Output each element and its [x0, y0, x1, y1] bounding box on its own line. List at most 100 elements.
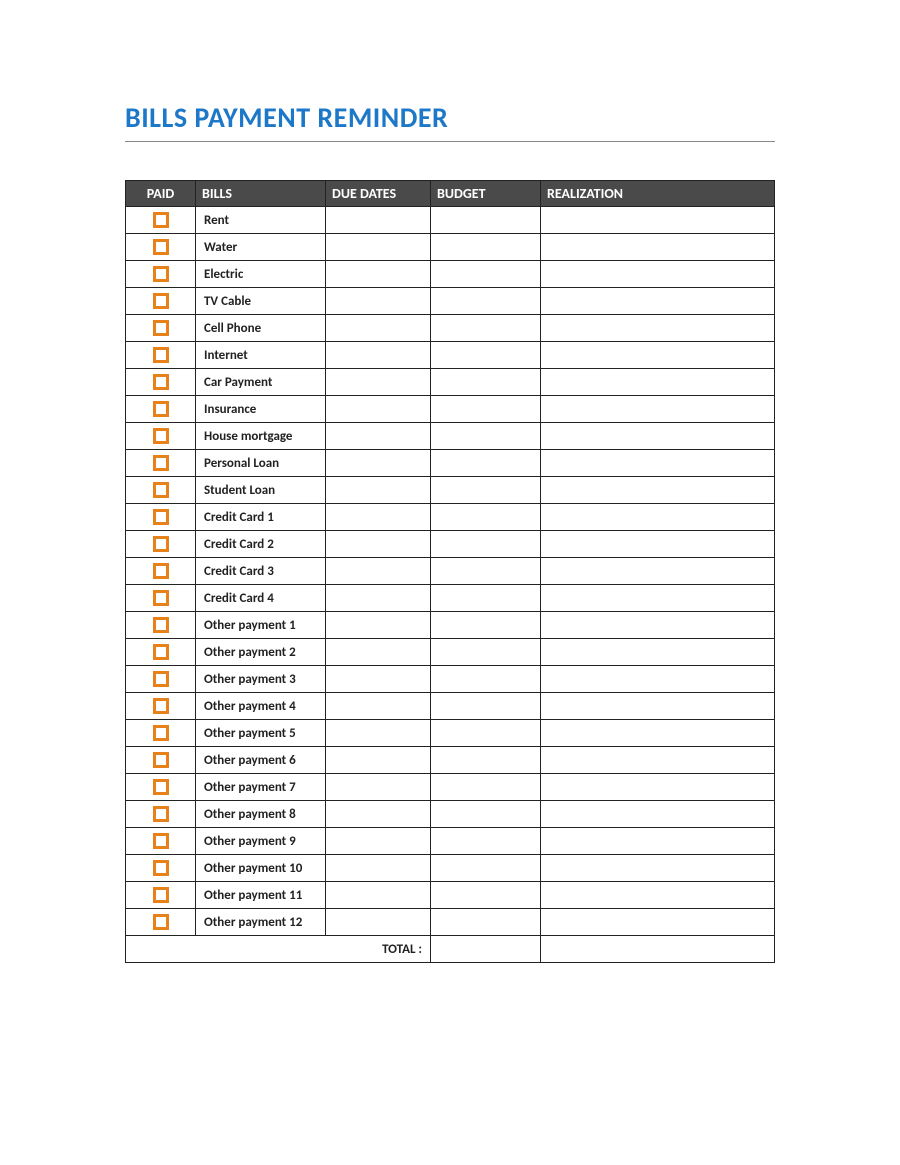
due-date-cell[interactable] — [326, 531, 431, 558]
due-date-cell[interactable] — [326, 666, 431, 693]
budget-cell[interactable] — [431, 882, 541, 909]
due-date-cell[interactable] — [326, 909, 431, 936]
realization-cell[interactable] — [541, 585, 775, 612]
total-realization-cell[interactable] — [541, 936, 775, 963]
realization-cell[interactable] — [541, 531, 775, 558]
realization-cell[interactable] — [541, 342, 775, 369]
realization-cell[interactable] — [541, 261, 775, 288]
budget-cell[interactable] — [431, 639, 541, 666]
total-budget-cell[interactable] — [431, 936, 541, 963]
realization-cell[interactable] — [541, 747, 775, 774]
checkbox-icon[interactable] — [153, 374, 169, 390]
checkbox-icon[interactable] — [153, 887, 169, 903]
budget-cell[interactable] — [431, 531, 541, 558]
realization-cell[interactable] — [541, 693, 775, 720]
due-date-cell[interactable] — [326, 288, 431, 315]
realization-cell[interactable] — [541, 612, 775, 639]
realization-cell[interactable] — [541, 477, 775, 504]
budget-cell[interactable] — [431, 234, 541, 261]
budget-cell[interactable] — [431, 720, 541, 747]
realization-cell[interactable] — [541, 288, 775, 315]
budget-cell[interactable] — [431, 666, 541, 693]
checkbox-icon[interactable] — [153, 266, 169, 282]
realization-cell[interactable] — [541, 234, 775, 261]
realization-cell[interactable] — [541, 450, 775, 477]
realization-cell[interactable] — [541, 666, 775, 693]
budget-cell[interactable] — [431, 288, 541, 315]
realization-cell[interactable] — [541, 720, 775, 747]
budget-cell[interactable] — [431, 315, 541, 342]
checkbox-icon[interactable] — [153, 536, 169, 552]
budget-cell[interactable] — [431, 477, 541, 504]
budget-cell[interactable] — [431, 261, 541, 288]
realization-cell[interactable] — [541, 396, 775, 423]
checkbox-icon[interactable] — [153, 563, 169, 579]
budget-cell[interactable] — [431, 855, 541, 882]
due-date-cell[interactable] — [326, 234, 431, 261]
checkbox-icon[interactable] — [153, 671, 169, 687]
budget-cell[interactable] — [431, 801, 541, 828]
budget-cell[interactable] — [431, 423, 541, 450]
budget-cell[interactable] — [431, 747, 541, 774]
budget-cell[interactable] — [431, 450, 541, 477]
checkbox-icon[interactable] — [153, 509, 169, 525]
checkbox-icon[interactable] — [153, 860, 169, 876]
realization-cell[interactable] — [541, 855, 775, 882]
due-date-cell[interactable] — [326, 261, 431, 288]
checkbox-icon[interactable] — [153, 293, 169, 309]
realization-cell[interactable] — [541, 828, 775, 855]
due-date-cell[interactable] — [326, 747, 431, 774]
realization-cell[interactable] — [541, 315, 775, 342]
realization-cell[interactable] — [541, 774, 775, 801]
budget-cell[interactable] — [431, 828, 541, 855]
due-date-cell[interactable] — [326, 477, 431, 504]
due-date-cell[interactable] — [326, 801, 431, 828]
realization-cell[interactable] — [541, 801, 775, 828]
budget-cell[interactable] — [431, 693, 541, 720]
checkbox-icon[interactable] — [153, 590, 169, 606]
checkbox-icon[interactable] — [153, 401, 169, 417]
realization-cell[interactable] — [541, 504, 775, 531]
checkbox-icon[interactable] — [153, 644, 169, 660]
checkbox-icon[interactable] — [153, 914, 169, 930]
checkbox-icon[interactable] — [153, 698, 169, 714]
realization-cell[interactable] — [541, 423, 775, 450]
realization-cell[interactable] — [541, 558, 775, 585]
budget-cell[interactable] — [431, 342, 541, 369]
checkbox-icon[interactable] — [153, 617, 169, 633]
realization-cell[interactable] — [541, 639, 775, 666]
due-date-cell[interactable] — [326, 369, 431, 396]
due-date-cell[interactable] — [326, 315, 431, 342]
checkbox-icon[interactable] — [153, 806, 169, 822]
due-date-cell[interactable] — [326, 207, 431, 234]
checkbox-icon[interactable] — [153, 212, 169, 228]
checkbox-icon[interactable] — [153, 320, 169, 336]
checkbox-icon[interactable] — [153, 833, 169, 849]
due-date-cell[interactable] — [326, 423, 431, 450]
budget-cell[interactable] — [431, 207, 541, 234]
checkbox-icon[interactable] — [153, 455, 169, 471]
due-date-cell[interactable] — [326, 693, 431, 720]
realization-cell[interactable] — [541, 369, 775, 396]
budget-cell[interactable] — [431, 774, 541, 801]
due-date-cell[interactable] — [326, 639, 431, 666]
realization-cell[interactable] — [541, 882, 775, 909]
due-date-cell[interactable] — [326, 504, 431, 531]
realization-cell[interactable] — [541, 207, 775, 234]
realization-cell[interactable] — [541, 909, 775, 936]
budget-cell[interactable] — [431, 369, 541, 396]
budget-cell[interactable] — [431, 396, 541, 423]
checkbox-icon[interactable] — [153, 428, 169, 444]
budget-cell[interactable] — [431, 612, 541, 639]
due-date-cell[interactable] — [326, 342, 431, 369]
due-date-cell[interactable] — [326, 585, 431, 612]
checkbox-icon[interactable] — [153, 752, 169, 768]
due-date-cell[interactable] — [326, 855, 431, 882]
budget-cell[interactable] — [431, 504, 541, 531]
due-date-cell[interactable] — [326, 558, 431, 585]
budget-cell[interactable] — [431, 558, 541, 585]
checkbox-icon[interactable] — [153, 239, 169, 255]
due-date-cell[interactable] — [326, 828, 431, 855]
budget-cell[interactable] — [431, 585, 541, 612]
checkbox-icon[interactable] — [153, 779, 169, 795]
